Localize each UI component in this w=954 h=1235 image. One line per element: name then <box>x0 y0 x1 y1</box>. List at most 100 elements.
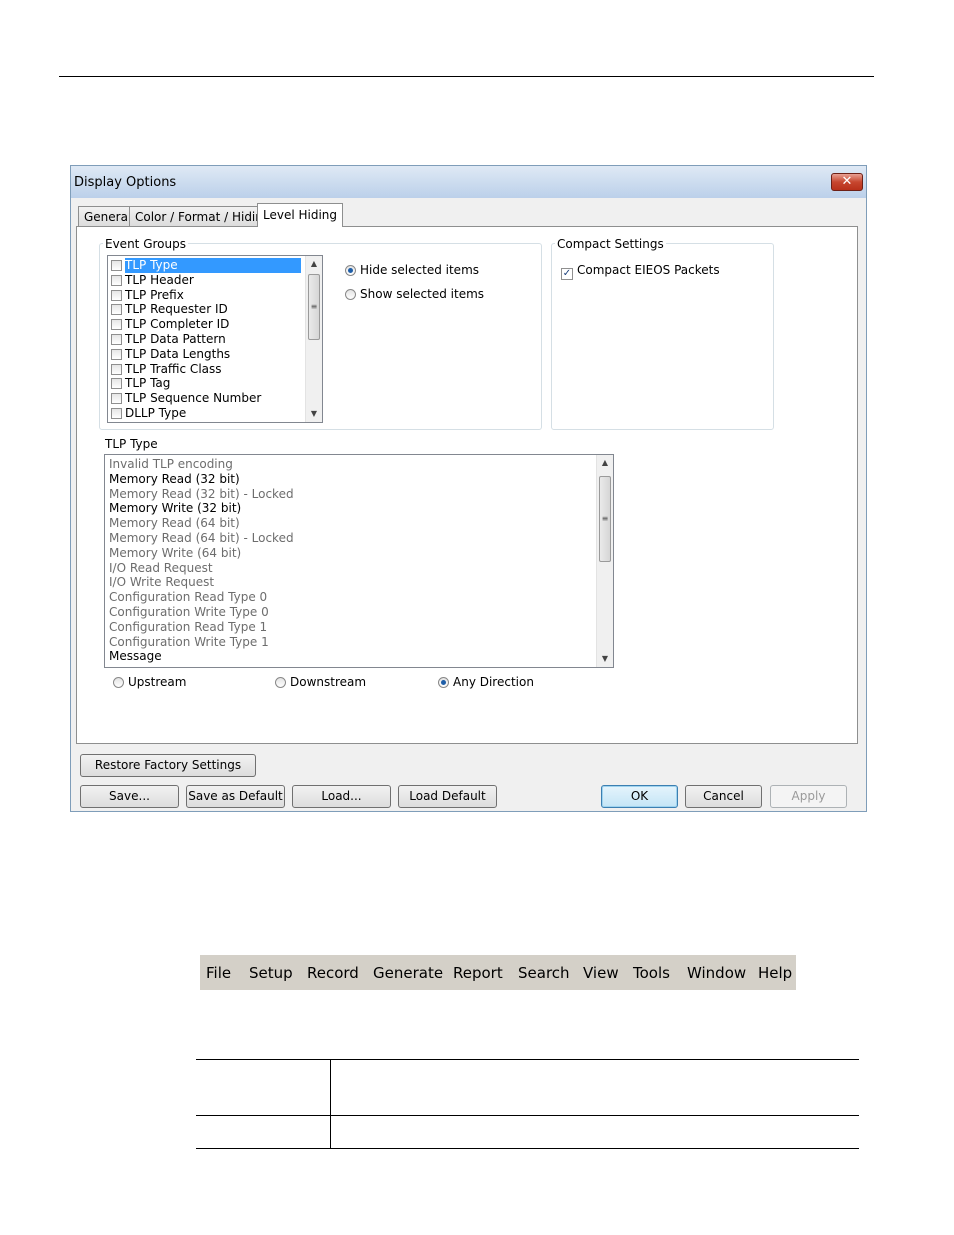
list-item[interactable]: I/O Write Request <box>109 575 589 590</box>
list-item-label: TLP Traffic Class <box>125 361 222 376</box>
list-item-label: TLP Prefix <box>125 287 184 302</box>
upstream-radio[interactable]: Upstream <box>113 675 186 689</box>
radio-off-icon <box>275 677 286 688</box>
list-item[interactable]: I/O Read Request <box>109 561 589 576</box>
hide-selected-radio[interactable]: Hide selected items <box>345 263 479 277</box>
list-item[interactable]: TLP Data Pattern <box>109 332 302 347</box>
list-item[interactable]: Memory Write (32 bit) <box>109 501 589 516</box>
list-item[interactable]: Configuration Read Type 0 <box>109 590 589 605</box>
event-groups-items: TLP Type TLP Header TLP Prefix TLP Reque… <box>109 258 302 421</box>
save-as-default-button[interactable]: Save as Default <box>186 785 285 808</box>
list-item[interactable]: Memory Read (32 bit) - Locked <box>109 487 589 502</box>
menu-bar: File Setup Record Generate Report Search… <box>200 955 796 990</box>
menu-window[interactable]: Window <box>687 964 746 982</box>
list-item-label: TLP Requester ID <box>125 302 228 317</box>
list-item-label: TLP Header <box>125 272 194 287</box>
load-button[interactable]: Load... <box>292 785 391 808</box>
list-item[interactable]: TLP Tag <box>109 376 302 391</box>
show-selected-radio[interactable]: Show selected items <box>345 287 484 301</box>
list-item[interactable]: TLP Type <box>109 258 302 273</box>
save-button[interactable]: Save... <box>80 785 179 808</box>
compact-eieos-checkbox[interactable]: ✓ Compact EIEOS Packets <box>561 263 720 280</box>
list-item[interactable]: Message <box>109 649 589 664</box>
item-checkbox[interactable] <box>111 274 122 286</box>
scroll-up-arrow[interactable]: ▲ <box>597 455 613 471</box>
item-checkbox[interactable] <box>111 333 122 345</box>
item-checkbox[interactable] <box>111 289 122 301</box>
scroll-down-arrow[interactable]: ▼ <box>306 406 322 422</box>
load-default-button[interactable]: Load Default <box>398 785 497 808</box>
list-item[interactable]: Configuration Write Type 1 <box>109 635 589 650</box>
any-direction-label: Any Direction <box>453 675 534 689</box>
event-groups-list[interactable]: TLP Type TLP Header TLP Prefix TLP Reque… <box>107 255 323 423</box>
item-checkbox[interactable] <box>111 348 122 360</box>
list-item[interactable]: Memory Write (64 bit) <box>109 546 589 561</box>
item-checkbox[interactable] <box>111 378 122 390</box>
tab-level-hiding[interactable]: Level Hiding <box>257 203 344 227</box>
hide-selected-label: Hide selected items <box>360 263 480 277</box>
item-checkbox[interactable] <box>111 260 122 271</box>
cancel-button[interactable]: Cancel <box>685 785 762 808</box>
list-item-label: TLP Sequence Number <box>125 391 262 406</box>
item-checkbox[interactable] <box>111 363 122 375</box>
upstream-label: Upstream <box>128 675 187 689</box>
list-item[interactable]: Configuration Write Type 0 <box>109 605 589 620</box>
menu-view[interactable]: View <box>583 964 619 982</box>
display-options-dialog: Display Options ✕ General Color / Format… <box>70 165 867 812</box>
radio-off-icon <box>345 289 356 300</box>
list-item[interactable]: TLP Prefix <box>109 288 302 303</box>
list-item[interactable]: Memory Read (64 bit) <box>109 516 589 531</box>
compact-settings-legend: Compact Settings <box>555 237 666 251</box>
radio-on-icon <box>438 677 449 688</box>
list-item[interactable]: Memory Read (32 bit) <box>109 472 589 487</box>
list-item-label: TLP Tag <box>125 376 171 391</box>
item-checkbox[interactable] <box>111 407 122 419</box>
list-item-label: DLLP Type <box>125 405 187 420</box>
list-item[interactable]: TLP Completer ID <box>109 317 302 332</box>
event-groups-scrollbar[interactable]: ▲ ≡ ▼ <box>305 256 322 422</box>
list-item[interactable]: TLP Header <box>109 273 302 288</box>
tlp-type-scrollbar[interactable]: ▲ ≡ ▼ <box>596 455 613 667</box>
tab-color-format-hiding[interactable]: Color / Format / Hiding <box>129 206 277 226</box>
list-item[interactable]: TLP Requester ID <box>109 302 302 317</box>
item-checkbox[interactable] <box>111 319 122 331</box>
tlp-type-items: Invalid TLP encoding Memory Read (32 bit… <box>109 457 589 664</box>
any-direction-radio[interactable]: Any Direction <box>438 675 534 689</box>
list-item[interactable]: Invalid TLP encoding <box>109 457 589 472</box>
scroll-up-arrow[interactable]: ▲ <box>306 256 322 272</box>
scroll-thumb[interactable]: ≡ <box>308 274 320 340</box>
close-button[interactable]: ✕ <box>831 173 863 191</box>
list-item[interactable]: Configuration Read Type 1 <box>109 620 589 635</box>
level-hiding-pane: Event Groups TLP Type TLP Header TLP Pre… <box>76 226 858 744</box>
menu-file[interactable]: File <box>206 964 231 982</box>
scroll-down-arrow[interactable]: ▼ <box>597 651 613 667</box>
event-groups-legend: Event Groups <box>103 237 188 251</box>
table-top-rule <box>196 1059 859 1060</box>
dialog-title: Display Options <box>74 175 177 190</box>
ok-button[interactable]: OK <box>601 785 678 808</box>
item-checkbox[interactable] <box>111 393 122 405</box>
menu-help[interactable]: Help <box>758 964 792 982</box>
downstream-radio[interactable]: Downstream <box>275 675 366 689</box>
menu-record[interactable]: Record <box>307 964 359 982</box>
list-item[interactable]: TLP Data Lengths <box>109 347 302 362</box>
list-item-label: TLP Completer ID <box>125 317 230 332</box>
tlp-type-list[interactable]: Invalid TLP encoding Memory Read (32 bit… <box>104 454 614 668</box>
menu-setup[interactable]: Setup <box>249 964 293 982</box>
scroll-thumb[interactable]: ≡ <box>599 476 611 562</box>
list-item[interactable]: TLP Traffic Class <box>109 362 302 377</box>
compact-eieos-label: Compact EIEOS Packets <box>577 263 720 277</box>
menu-generate[interactable]: Generate <box>373 964 443 982</box>
menu-report[interactable]: Report <box>453 964 503 982</box>
menu-search[interactable]: Search <box>518 964 570 982</box>
apply-button[interactable]: Apply <box>770 785 847 808</box>
list-item-label: TLP Data Pattern <box>125 331 226 346</box>
list-item[interactable]: Memory Read (64 bit) - Locked <box>109 531 589 546</box>
list-item[interactable]: TLP Sequence Number <box>109 391 302 406</box>
menu-tools[interactable]: Tools <box>633 964 670 982</box>
list-item[interactable]: DLLP Type <box>109 406 302 421</box>
table-column-divider <box>330 1059 331 1149</box>
item-checkbox[interactable] <box>111 304 122 316</box>
grip-icon: ≡ <box>601 514 609 523</box>
restore-factory-settings-button[interactable]: Restore Factory Settings <box>80 754 256 777</box>
